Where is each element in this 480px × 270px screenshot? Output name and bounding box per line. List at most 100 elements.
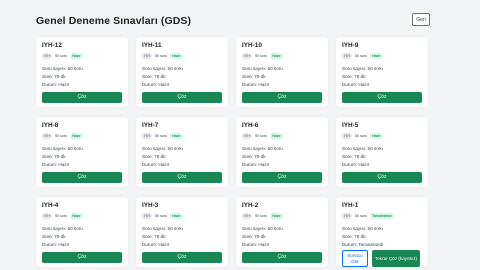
question-count-value: 50 soru — [67, 66, 83, 71]
question-count-badge: 50 soru — [55, 134, 67, 138]
question-count-line: Soru sayısı: 50 soru — [342, 65, 383, 73]
exam-title: IYH-3 — [142, 202, 159, 209]
question-count-badge: 50 soru — [155, 54, 167, 58]
status-line: Durum: Hazır — [342, 81, 383, 89]
question-count-value: 50 soru — [167, 66, 183, 71]
status-label: Durum: — [142, 242, 159, 248]
question-count-badge: 50 soru — [355, 54, 367, 58]
duration-label: Süre: — [342, 74, 355, 80]
duration-line: Süre: 75 dk — [342, 153, 383, 161]
question-count-badge: 50 soru — [155, 134, 167, 138]
exam-card: IYH-1 IYH 50 soru Tamamlandı Soru sayısı: 50… — [336, 197, 428, 267]
exam-title: IYH-9 — [342, 42, 359, 49]
exam-badges: IYH 50 soru Hazır — [142, 133, 183, 139]
question-count-value: 50 soru — [267, 66, 283, 71]
exam-badges: IYH 50 soru Hazır — [42, 133, 83, 139]
duration-value: 75 dk — [254, 234, 266, 240]
duration-value: 75 dk — [354, 234, 366, 240]
duration-line: Süre: 75 dk — [242, 153, 283, 161]
exam-card: IYH-4 IYH 50 soru Hazır Soru sayısı: 50 soru… — [36, 197, 128, 267]
question-count-value: 50 soru — [267, 226, 283, 231]
question-count-badge: 50 soru — [255, 134, 267, 138]
status-badge: Hazır — [170, 53, 183, 59]
page-title: Genel Deneme Sınavları (GDS) — [36, 15, 192, 27]
solve-button[interactable]: Çöz — [42, 172, 122, 183]
duration-label: Süre: — [42, 74, 55, 80]
duration-value: 75 dk — [54, 234, 66, 240]
duration-label: Süre: — [42, 154, 55, 160]
duration-line: Süre: 75 dk — [42, 233, 83, 241]
status-badge: Hazır — [70, 53, 83, 59]
status-badge: Hazır — [270, 53, 283, 59]
question-count-badge: 50 soru — [355, 134, 367, 138]
duration-value: 75 dk — [54, 74, 66, 80]
solve-button[interactable]: Çöz — [242, 92, 322, 103]
duration-line: Süre: 75 dk — [342, 73, 383, 81]
question-count-badge: 50 soru — [55, 54, 67, 58]
solve-button[interactable]: Çöz — [142, 92, 222, 103]
status-value: Hazır — [158, 82, 170, 88]
status-value: Hazır — [358, 162, 370, 168]
status-label: Durum: — [142, 162, 159, 168]
solve-button[interactable]: Çöz — [342, 172, 422, 183]
question-count-label: Soru sayısı: — [142, 66, 168, 71]
solve-button[interactable]: Çöz — [242, 172, 322, 183]
solve-button[interactable]: Çöz — [142, 172, 222, 183]
exam-info: Soru sayısı: 50 soru Süre: 75 dk Durum: Ha… — [242, 65, 283, 90]
back-button[interactable]: Geri — [412, 13, 430, 26]
question-count-line: Soru sayısı: 50 soru — [42, 65, 83, 73]
status-badge: Hazır — [70, 213, 83, 219]
exam-title: IYH-11 — [142, 42, 162, 49]
exam-title: IYH-1 — [342, 202, 359, 209]
question-count-value: 50 soru — [167, 146, 183, 151]
exam-info: Soru sayısı: 50 soru Süre: 75 dk Durum: Ha… — [242, 145, 283, 170]
code-badge: IYH — [342, 133, 352, 139]
status-value: Hazır — [158, 162, 170, 168]
exam-badges: IYH 50 soru Hazır — [42, 53, 83, 59]
exam-card: IYH-11 IYH 50 soru Hazır Soru sayısı: 50 sor… — [136, 37, 228, 107]
code-badge: IYH — [242, 133, 252, 139]
exam-info: Soru sayısı: 50 soru Süre: 75 dk Durum: Ha… — [242, 225, 283, 250]
solve-button[interactable]: Çöz — [342, 92, 422, 103]
repeat-solve-button[interactable]: Tekrar Çöz (kayıtsız) — [372, 250, 420, 267]
solve-button[interactable]: Çöz — [242, 252, 322, 263]
status-value: Hazır — [58, 162, 70, 168]
duration-line: Süre: 75 dk — [142, 153, 183, 161]
exam-info: Soru sayısı: 50 soru Süre: 75 dk Durum: Ta… — [342, 225, 383, 250]
duration-value: 75 dk — [54, 154, 66, 160]
status-badge: Hazır — [270, 213, 283, 219]
question-count-line: Soru sayısı: 50 soru — [242, 225, 283, 233]
solve-button[interactable]: Çöz — [42, 92, 122, 103]
solve-button[interactable]: Çöz — [142, 252, 222, 263]
status-value: Hazır — [58, 82, 70, 88]
duration-value: 75 dk — [354, 74, 366, 80]
status-line: Durum: Hazır — [242, 81, 283, 89]
duration-line: Süre: 75 dk — [242, 233, 283, 241]
status-line: Durum: Hazır — [42, 241, 83, 249]
duration-value: 75 dk — [154, 74, 166, 80]
solve-button[interactable]: Çöz — [42, 252, 122, 263]
duration-value: 75 dk — [354, 154, 366, 160]
question-count-value: 50 soru — [367, 66, 383, 71]
status-label: Durum: — [42, 162, 59, 168]
status-line: Durum: Hazır — [142, 241, 183, 249]
question-count-line: Soru sayısı: 50 soru — [42, 225, 83, 233]
page-header: Genel Deneme Sınavları (GDS) — [36, 14, 412, 30]
exam-card: IYH-8 IYH 50 soru Hazır Soru sayısı: 50 soru… — [36, 117, 128, 187]
code-badge: IYH — [42, 53, 52, 59]
duration-label: Süre: — [242, 74, 255, 80]
status-line: Durum: Hazır — [242, 161, 283, 169]
question-count-line: Soru sayısı: 50 soru — [242, 145, 283, 153]
exam-badges: IYH 50 soru Hazır — [142, 53, 183, 59]
status-badge: Hazır — [370, 133, 383, 139]
duration-line: Süre: 75 dk — [342, 233, 383, 241]
duration-value: 75 dk — [254, 74, 266, 80]
status-label: Durum: — [242, 162, 259, 168]
exam-card: IYH-2 IYH 50 soru Hazır Soru sayısı: 50 soru… — [236, 197, 328, 267]
duration-label: Süre: — [142, 74, 155, 80]
duration-label: Süre: — [42, 234, 55, 240]
view-result-button[interactable]: Sonucu Gör — [342, 250, 368, 267]
exam-title: IYH-7 — [142, 122, 159, 129]
question-count-label: Soru sayısı: — [142, 146, 168, 151]
question-count-label: Soru sayısı: — [342, 226, 368, 231]
